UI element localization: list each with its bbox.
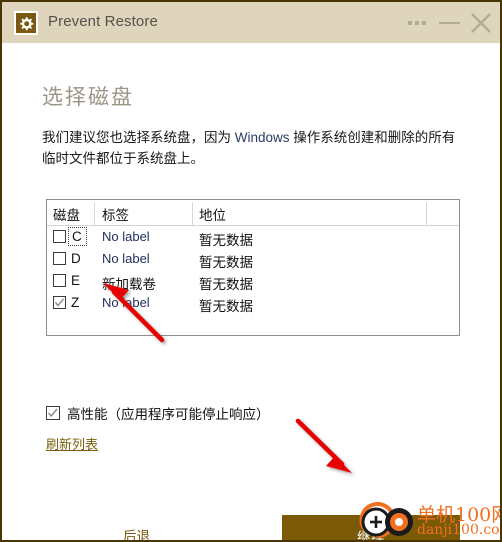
- more-options-icon[interactable]: [408, 21, 428, 26]
- intro-text: 我们建议您也选择系统盘，因为 Windows 操作系统创建和删除的所有临时文件都…: [42, 127, 466, 169]
- close-icon[interactable]: [468, 10, 494, 36]
- drive-checkbox-d[interactable]: [53, 252, 66, 265]
- drive-checkbox-c[interactable]: [53, 230, 66, 243]
- column-divider: [426, 202, 427, 225]
- high-performance-option[interactable]: 高性能（应用程序可能停止响应）: [46, 403, 270, 423]
- refresh-list-link[interactable]: 刷新列表: [46, 434, 98, 453]
- drive-label-e: 新加载卷: [102, 277, 156, 292]
- drive-label-c: No label: [102, 229, 150, 244]
- drive-checkbox-e[interactable]: [53, 274, 66, 287]
- column-divider: [192, 202, 193, 225]
- table-body: C No label 暂无数据 D No label 暂无数据 E 新加载卷 暂…: [47, 226, 459, 314]
- intro-text-before: 我们建议您也选择系统盘，因为: [42, 130, 235, 145]
- drive-label-z: No label: [102, 295, 150, 310]
- drive-status-c: 暂无数据: [199, 233, 253, 248]
- watermark: 单机100网 danji100.com: [359, 500, 500, 540]
- column-divider: [94, 202, 95, 225]
- content-area: 选择磁盘 我们建议您也选择系统盘，因为 Windows 操作系统创建和删除的所有…: [2, 43, 500, 540]
- gear-icon: [14, 11, 38, 35]
- table-row[interactable]: D No label 暂无数据: [47, 248, 459, 270]
- drive-letter-z: Z: [71, 295, 80, 310]
- high-performance-checkbox[interactable]: [46, 406, 60, 420]
- drive-table: 磁盘 标签 地位 C No label 暂无数据 D No label 暂无数据…: [46, 199, 460, 336]
- drive-letter-d: D: [71, 251, 81, 266]
- title-bar: Prevent Restore: [2, 0, 500, 43]
- page-title: 选择磁盘: [42, 86, 134, 109]
- column-header-disk: 磁盘: [53, 208, 80, 223]
- drive-status-e: 暂无数据: [199, 277, 253, 292]
- intro-text-windows: Windows: [234, 130, 290, 145]
- drive-label-d: No label: [102, 251, 150, 266]
- window-title: Prevent Restore: [48, 13, 158, 30]
- drive-status-d: 暂无数据: [199, 255, 253, 270]
- column-header-status: 地位: [199, 208, 226, 223]
- high-performance-label: 高性能（应用程序可能停止响应）: [67, 407, 270, 422]
- back-link[interactable]: 后退: [123, 525, 150, 540]
- drive-letter-e: E: [71, 273, 81, 288]
- watermark-line2: danji100.com: [417, 522, 500, 538]
- drive-letter-c: C: [68, 227, 87, 246]
- drive-status-z: 暂无数据: [199, 299, 253, 314]
- watermark-logo-icon: [359, 502, 413, 539]
- table-row[interactable]: C No label 暂无数据: [47, 226, 459, 248]
- drive-checkbox-z[interactable]: [53, 296, 66, 309]
- column-header-label: 标签: [102, 208, 129, 223]
- table-row[interactable]: E 新加载卷 暂无数据: [47, 270, 459, 292]
- table-row[interactable]: Z No label 暂无数据: [47, 292, 459, 314]
- app-window: Prevent Restore 选择磁盘 我们建议您也选择系统盘，因为 Wind…: [0, 0, 502, 542]
- table-header-row: 磁盘 标签 地位: [47, 200, 459, 226]
- minimize-icon[interactable]: [439, 22, 460, 24]
